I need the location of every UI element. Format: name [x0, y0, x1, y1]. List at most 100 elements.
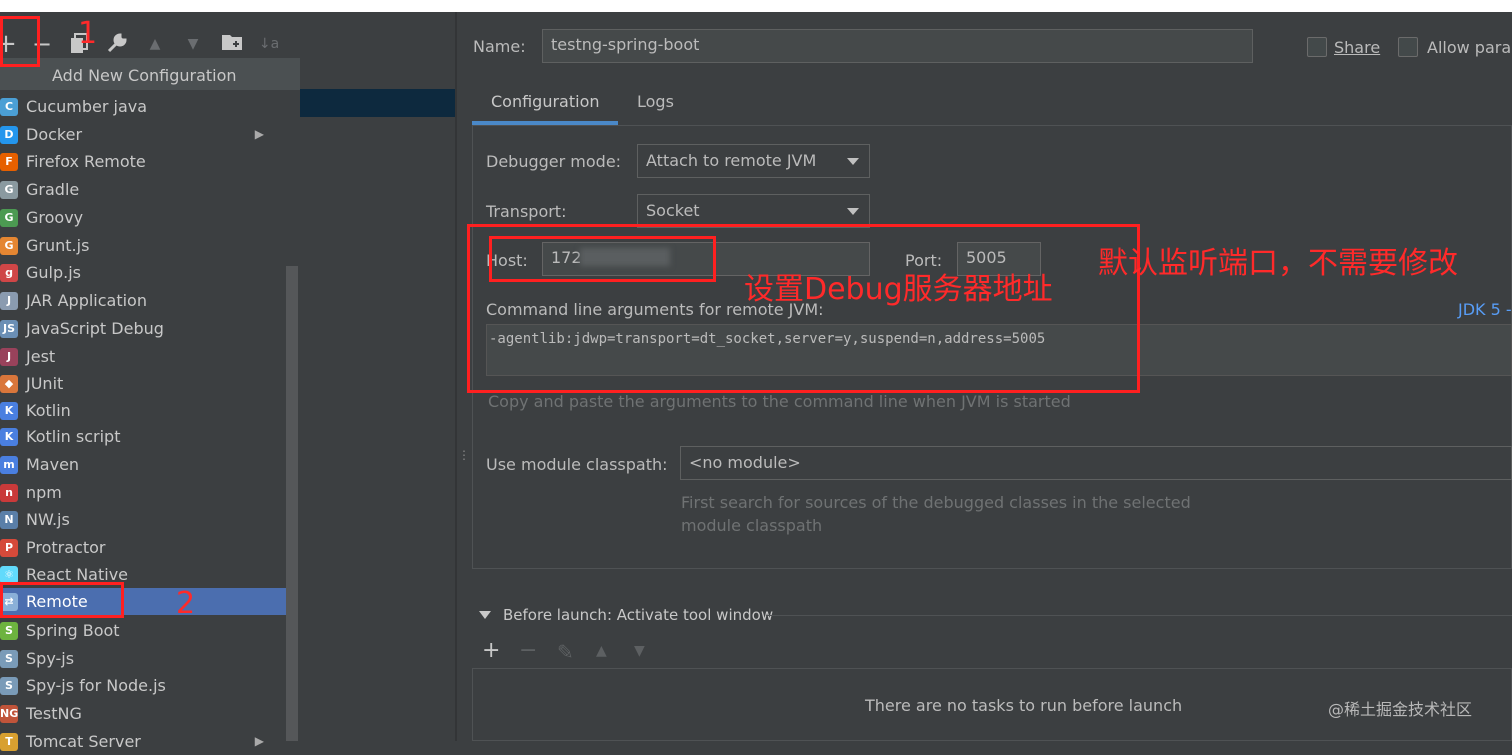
- popup-item-label: npm: [26, 483, 62, 502]
- popup-item-spring-boot[interactable]: S Spring Boot: [0, 617, 286, 644]
- popup-item-kotlin[interactable]: K Kotlin: [0, 397, 286, 424]
- before-launch-separator: [766, 615, 1512, 616]
- popup-item-jar-application[interactable]: J JAR Application: [0, 287, 286, 314]
- submenu-arrow-icon: ▶: [254, 734, 264, 748]
- js-debug-icon: JS: [0, 320, 18, 338]
- splitter[interactable]: [455, 12, 457, 741]
- popup-item-label: JAR Application: [26, 291, 147, 310]
- debugger-mode-select[interactable]: Attach to remote JVM: [637, 144, 870, 178]
- move-task-up-button[interactable]: ▲: [596, 643, 607, 659]
- module-hint-1: First search for sources of the debugged…: [681, 493, 1191, 512]
- module-classpath-select[interactable]: <no module>: [680, 446, 1512, 480]
- popup-item-label: Gulp.js: [26, 263, 82, 282]
- chevron-down-icon: [847, 208, 859, 215]
- module-classpath-label: Use module classpath:: [486, 455, 668, 474]
- popup-item-gradle[interactable]: G Gradle: [0, 176, 286, 203]
- before-launch-title[interactable]: Before launch: Activate tool window: [503, 606, 773, 624]
- annotation-box-add: [0, 16, 40, 67]
- popup-item-firefox-remote[interactable]: F Firefox Remote: [0, 148, 286, 175]
- popup-item-docker[interactable]: D Docker ▶: [0, 121, 286, 148]
- testng-icon: NG: [0, 705, 18, 723]
- docker-icon: D: [0, 126, 18, 144]
- npm-icon: n: [0, 484, 18, 502]
- annotation-default-port: 默认监听端口，不需要修改: [1098, 246, 1458, 281]
- popup-item-label: Tomcat Server: [26, 732, 141, 751]
- spyjs-node-icon: S: [0, 677, 18, 695]
- tab-logs[interactable]: Logs: [637, 92, 674, 111]
- module-classpath-value: <no module>: [689, 453, 801, 472]
- popup-item-label: Gradle: [26, 180, 80, 199]
- share-checkbox[interactable]: [1307, 37, 1327, 57]
- popup-item-tomcat-server[interactable]: T Tomcat Server ▶: [0, 728, 286, 755]
- submenu-arrow-icon: ▶: [254, 127, 264, 141]
- popup-item-label: NW.js: [26, 510, 70, 529]
- popup-item-testng[interactable]: NG TestNG: [0, 700, 286, 727]
- popup-item-label: Kotlin script: [26, 427, 121, 446]
- popup-item-grunt-js[interactable]: G Grunt.js: [0, 232, 286, 259]
- popup-item-label: Protractor: [26, 538, 106, 557]
- popup-item-label: Firefox Remote: [26, 152, 146, 171]
- popup-item-label: Groovy: [26, 208, 84, 227]
- popup-item-spy-js[interactable]: S Spy-js: [0, 645, 286, 672]
- config-toolbar: + − ▲ ▼ ↓a: [0, 12, 300, 58]
- popup-item-nw-js[interactable]: N NW.js: [0, 506, 286, 533]
- maven-icon: m: [0, 456, 18, 474]
- cmd-args-hint: Copy and paste the arguments to the comm…: [488, 392, 1071, 411]
- collapse-triangle-icon[interactable]: [479, 611, 491, 619]
- cucumber-icon: C: [0, 98, 18, 116]
- popup-item-label: Kotlin: [26, 401, 71, 420]
- spring-boot-icon: S: [0, 622, 18, 640]
- popup-item-cucumber-java[interactable]: C Cucumber java: [0, 93, 286, 120]
- popup-item-jest[interactable]: J Jest: [0, 343, 286, 370]
- popup-scrollbar[interactable]: [286, 266, 298, 741]
- popup-item-label: Docker: [26, 125, 83, 144]
- name-field[interactable]: testng-spring-boot: [542, 29, 1253, 63]
- config-tree-selected-row[interactable]: [300, 89, 455, 117]
- popup-item-label: Spring Boot: [26, 621, 120, 640]
- watermark: @稀土掘金技术社区: [1328, 700, 1473, 719]
- popup-item-label: TestNG: [26, 704, 82, 723]
- popup-item-maven[interactable]: m Maven: [0, 451, 286, 478]
- groovy-icon: G: [0, 209, 18, 227]
- tab-configuration[interactable]: Configuration: [491, 92, 600, 111]
- jdk-version-link[interactable]: JDK 5 -: [1458, 300, 1512, 319]
- splitter-grip-icon[interactable]: ⋮: [458, 448, 470, 462]
- sort-button[interactable]: ↓a: [257, 32, 281, 56]
- folder-icon: [222, 35, 242, 50]
- move-task-down-button[interactable]: ▼: [634, 643, 645, 659]
- popup-item-npm[interactable]: n npm: [0, 479, 286, 506]
- settings-button[interactable]: [105, 32, 129, 56]
- config-tree: [300, 58, 455, 741]
- popup-header: Add New Configuration: [0, 58, 300, 90]
- allow-parallel-label: Allow para: [1427, 38, 1512, 57]
- protractor-icon: P: [0, 539, 18, 557]
- edit-task-button[interactable]: ✎: [557, 640, 574, 664]
- popup-item-protractor[interactable]: P Protractor: [0, 534, 286, 561]
- add-task-button[interactable]: +: [482, 638, 500, 663]
- popup-item-groovy[interactable]: G Groovy: [0, 204, 286, 231]
- popup-item-label: Grunt.js: [26, 236, 90, 255]
- tomcat-icon: T: [0, 733, 18, 751]
- move-down-button[interactable]: ▼: [181, 32, 205, 56]
- debugger-mode-label: Debugger mode:: [486, 152, 622, 171]
- move-up-button[interactable]: ▲: [143, 32, 167, 56]
- chevron-down-icon: [847, 158, 859, 165]
- remove-task-button[interactable]: −: [519, 638, 537, 663]
- folder-button[interactable]: [220, 32, 244, 56]
- popup-item-junit[interactable]: ◆ JUnit: [0, 370, 286, 397]
- allow-parallel-checkbox[interactable]: [1398, 37, 1418, 57]
- grunt-icon: G: [0, 237, 18, 255]
- nwjs-icon: N: [0, 511, 18, 529]
- popup-item-javascript-debug[interactable]: JS JavaScript Debug: [0, 315, 286, 342]
- transport-select[interactable]: Socket: [637, 194, 870, 228]
- annotation-number-1: 1: [78, 16, 98, 51]
- popup-item-kotlin-script[interactable]: K Kotlin script: [0, 423, 286, 450]
- kotlin-icon: K: [0, 402, 18, 420]
- popup-item-spy-js-for-node-js[interactable]: S Spy-js for Node.js: [0, 672, 286, 699]
- popup-item-label: Spy-js for Node.js: [26, 676, 166, 695]
- add-config-popup: Add New Configuration C Cucumber java D Doc…: [0, 58, 301, 751]
- module-hint-2: module classpath: [681, 516, 823, 535]
- debugger-mode-value: Attach to remote JVM: [646, 151, 817, 170]
- kotlin-script-icon: K: [0, 428, 18, 446]
- popup-item-gulp-js[interactable]: g Gulp.js: [0, 259, 286, 286]
